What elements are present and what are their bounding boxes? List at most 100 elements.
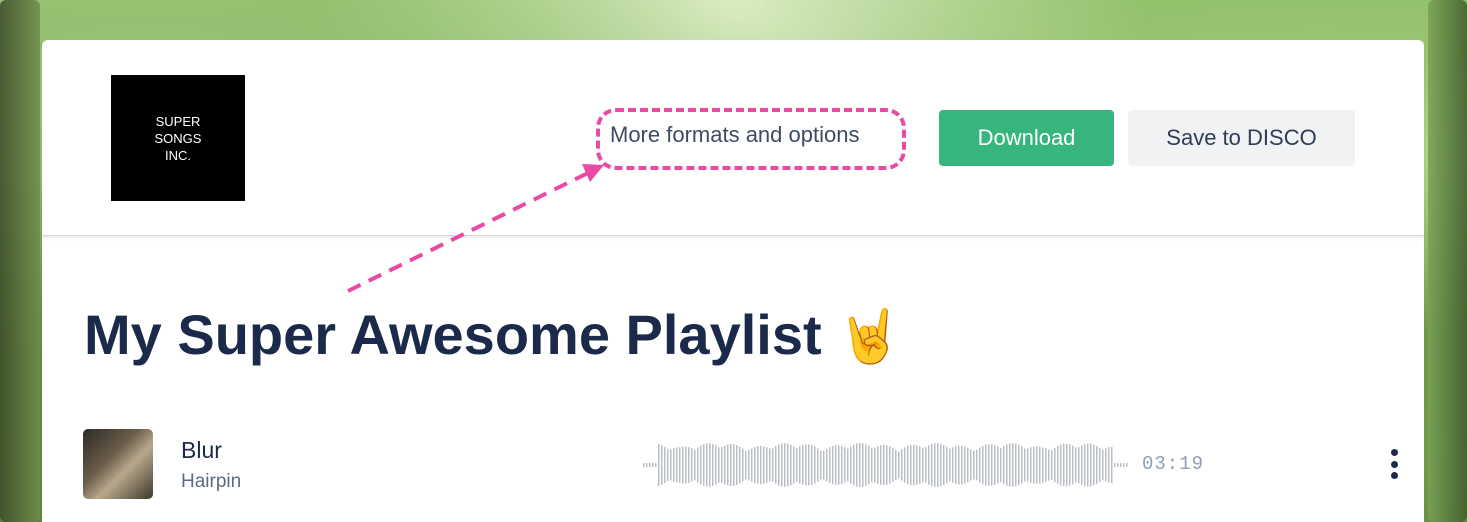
waveform-bar [724,445,726,485]
waveform-bar [706,443,708,487]
waveform-bar [1072,445,1074,485]
waveform-bar [1123,463,1125,467]
waveform-bar [664,446,666,484]
track-artwork [83,429,153,499]
waveform-bar [718,447,720,483]
brand-logo-text: SUPER SONGS INC. [154,113,202,163]
waveform-bar [730,443,732,487]
waveform-bar [739,446,741,484]
waveform-bar [874,447,876,483]
waveform-bar [649,463,651,467]
waveform-bar [946,447,948,483]
waveform-bar [754,447,756,483]
waveform-bar [964,446,966,484]
waveform-bar [712,444,714,486]
playlist-title-text: My Super Awesome Playlist [84,303,822,366]
background-foliage-right [1428,0,1467,522]
waveform-bar [748,449,750,481]
waveform-bar [901,449,903,481]
waveform-bar [721,447,723,483]
waveform-bar [694,449,696,481]
track-row[interactable]: Blur Hairpin 03:19 [83,429,1398,499]
waveform-bar [697,447,699,483]
waveform-bar [760,445,762,485]
waveform-bar [676,447,678,483]
waveform-bar [1036,446,1038,484]
waveform-bar [682,446,684,484]
waveform-bar [1120,463,1122,467]
waveform-bar [1006,444,1008,486]
waveform-bar [703,444,705,486]
waveform-bar [670,449,672,481]
waveform-bar [1105,448,1107,482]
waveform-bar [937,443,939,487]
waveform-bar [925,447,927,483]
waveform-bar [745,450,747,480]
track-menu-icon[interactable] [1383,447,1405,481]
waveform-bar [838,445,840,485]
waveform-bar [883,444,885,486]
track-title: Blur [181,437,222,463]
waveform-bar [1015,443,1017,487]
waveform-bar [859,443,861,487]
playlist-panel: SUPER SONGS INC. More formats and option… [42,40,1424,522]
waveform-bar [991,444,993,486]
waveform-bar [1057,445,1059,485]
track-artist: Hairpin [181,471,242,492]
track-waveform[interactable] [643,439,1129,491]
waveform-bar [1069,444,1071,486]
save-to-disco-button[interactable]: Save to DISCO [1128,110,1355,166]
download-button[interactable]: Download [939,110,1114,166]
waveform-bar [679,447,681,483]
waveform-bar [931,443,933,487]
waveform-bar [832,445,834,485]
waveform-bar [940,443,942,487]
waveform-bar [709,443,711,487]
waveform-bar [661,445,663,485]
waveform-bar [742,448,744,482]
waveform-bar [751,448,753,482]
waveform-bar [934,443,936,487]
waveform-bar [1000,447,1002,483]
waveform-bar [1033,446,1035,484]
waveform-bar [1081,445,1083,485]
waveform-bar [781,443,783,487]
waveform-bar [1042,447,1044,483]
waveform-bar [826,448,828,482]
waveform-bar [1111,446,1113,484]
waveform-bar [688,447,690,483]
waveform-bar [763,446,765,484]
waveform-bar [733,444,735,486]
waveform-bar [778,444,780,486]
waveform-bar [1108,447,1110,483]
waveform-bar [910,444,912,486]
waveform-bar [1102,449,1104,481]
annotation-arrow-icon [347,164,604,293]
waveform-bar [979,447,981,483]
waveform-bar [1003,445,1005,485]
waveform-bar [1099,448,1101,482]
background-foliage-left [0,0,40,522]
waveform-bar [772,447,774,483]
waveform-bar [736,445,738,485]
waveform-bar [1048,449,1050,481]
playlist-header: SUPER SONGS INC. More formats and option… [42,40,1424,236]
waveform-bar [658,444,660,486]
waveform-bar [1084,443,1086,487]
waveform-bar [787,443,789,487]
waveform-bar [655,463,657,467]
waveform-bar [892,447,894,483]
waveform-bar [1018,444,1020,486]
waveform-bar [1096,446,1098,484]
waveform-bar [814,446,816,484]
waveform-bar [1087,443,1089,487]
waveform-bar [1045,448,1047,482]
waveform-bar [691,448,693,482]
waveform-bar [1009,443,1011,487]
waveform-bar [1027,448,1029,482]
waveform-bar [799,446,801,484]
waveform-bar [886,445,888,485]
waveform-bar [817,448,819,482]
waveform-bar [757,446,759,484]
waveform-bar [928,445,930,485]
